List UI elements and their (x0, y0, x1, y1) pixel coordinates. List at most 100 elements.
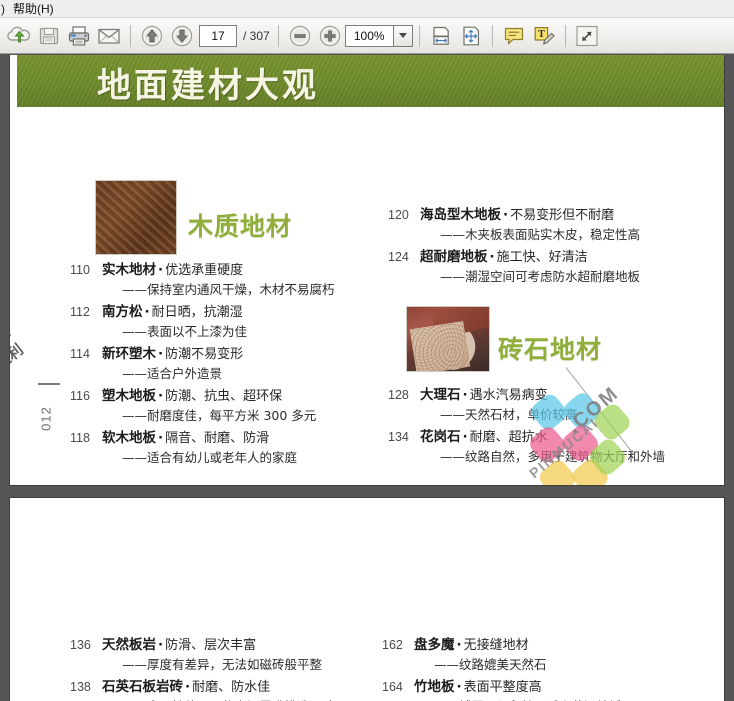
entry-subtitle: 表面平整度高 (463, 680, 542, 695)
document-viewer[interactable]: 地面建材大观 012 木质地材 砖石地材 110 实木地材 · 优选承重硬度 —… (0, 55, 734, 701)
toc-entry: 114 新环塑木 · 防潮不易变形 ——适合户外造景 (70, 342, 370, 382)
entry-page-number: 162 (382, 638, 403, 652)
entry-title: 超耐磨地板 (420, 249, 488, 265)
toolbar-separator-4 (491, 24, 493, 47)
entry-dot: · (158, 637, 164, 653)
entry-description: ——保持室内通风干燥，木材不易腐朽 (122, 282, 335, 297)
page-number-input[interactable]: 17 (199, 24, 237, 47)
entry-dot: · (462, 387, 468, 403)
entry-subtitle: 无接缝地材 (463, 638, 529, 653)
previous-page-icon[interactable] (137, 21, 167, 51)
email-icon[interactable] (94, 21, 124, 51)
folio-rule (38, 383, 60, 385)
entry-dot: · (503, 207, 509, 223)
fit-width-icon[interactable] (426, 21, 456, 51)
zoom-dropdown-button[interactable] (392, 24, 413, 47)
watermark-line-2: 网购返利 (10, 340, 27, 392)
print-icon[interactable] (64, 21, 94, 51)
entry-description: ——木夹板表面贴实木皮，稳定性高 (440, 227, 641, 242)
entry-title: 天然板岩 (102, 637, 156, 653)
entry-title: 花岗石 (420, 429, 461, 445)
entry-description: ——潮湿空间可考虑防水超耐磨地板 (440, 269, 641, 284)
entry-title: 南方松 (102, 304, 143, 320)
toc-column-wood-left: 110 实木地材 · 优选承重硬度 ——保持室内通风干燥，木材不易腐朽 112 南方… (70, 258, 370, 468)
section-heading-stone: 砖石地材 (498, 335, 603, 364)
menu-bar: ) 帮助(H) (0, 0, 734, 18)
document-page-2: 136 天然板岩 · 防滑、层次丰富 ——厚度有差异，无法如磁砖般平整 138 石英… (10, 498, 724, 701)
entry-description: ——厚度有差异，无法如磁砖般平整 (122, 657, 323, 672)
document-page-1: 地面建材大观 012 木质地材 砖石地材 110 实木地材 · 优选承重硬度 —… (10, 55, 724, 485)
toc-entry: 120 海岛型木地板 · 不易变形但不耐磨 ——木夹板表面贴实木皮，稳定性高 (388, 203, 693, 243)
entry-page-number: 112 (70, 305, 90, 319)
entry-description: ——适合户外造景 (122, 366, 223, 381)
entry-subtitle: 防滑、层次丰富 (165, 638, 257, 653)
zoom-out-icon[interactable] (285, 21, 315, 51)
toc-entry: 124 超耐磨地板 · 施工快、好清洁 ——潮湿空间可考虑防水超耐磨地板 (388, 245, 693, 285)
entry-subtitle: 耐磨、防水佳 (192, 680, 271, 695)
banner-title: 地面建材大观 (97, 66, 319, 106)
entry-subtitle: 隔音、耐磨、防滑 (165, 431, 270, 446)
entry-title: 实木地材 (102, 262, 156, 278)
toc-entry: 118 软木地板 · 隔音、耐磨、防滑 ——适合有幼儿或老年人的家庭 (70, 426, 370, 466)
comment-icon[interactable] (499, 21, 529, 51)
entry-page-number: 124 (388, 250, 409, 264)
entry-page-number: 114 (70, 347, 90, 361)
entry-title: 大理石 (420, 387, 461, 403)
text-markup-icon[interactable]: T (529, 21, 559, 51)
fit-page-icon[interactable] (456, 21, 486, 51)
entry-subtitle: 耐日晒，抗潮湿 (151, 305, 243, 320)
entry-dot: · (462, 429, 468, 445)
toc-entry: 134 花岗石 · 耐磨、超抗水 ——纹路自然，多用于建筑物大厅和外墙 (388, 425, 708, 465)
section-banner: 地面建材大观 (17, 55, 724, 107)
entry-subtitle: 优选承重硬度 (165, 263, 244, 278)
entry-description: ——适合有幼儿或老年人的家庭 (122, 450, 298, 465)
toc-entry: 112 南方松 · 耐日晒，抗潮湿 ——表面以不上漆为佳 (70, 300, 370, 340)
entry-dot: · (456, 637, 462, 653)
fullscreen-icon[interactable] (572, 21, 602, 51)
entry-subtitle: 不易变形但不耐磨 (510, 208, 615, 223)
entry-title: 新环塑木 (102, 346, 156, 362)
entry-page-number: 120 (388, 208, 409, 222)
zoom-level-input[interactable]: 100% (344, 24, 393, 47)
toc-column-right-page2: 162 盘多魔 · 无接缝地材 ——纹路媲美天然石 164 竹地板 · 表面平整度高 (382, 633, 692, 701)
entry-dot: · (158, 430, 164, 446)
entry-subtitle: 耐磨、超抗水 (469, 430, 548, 445)
toc-column-stone: 128 大理石 · 遇水汽易病变 ——天然石材，单价较高 134 花岗石 · 耐磨、超抗… (388, 383, 708, 467)
watermark-text: 免费资源 网购返利 (10, 323, 28, 393)
toolbar-separator-2 (277, 24, 279, 47)
toc-entry: 164 竹地板·表面平整度高 ——铺置无须留缝，减少藏污纳垢 (382, 675, 692, 701)
entry-title: 石英石板岩砖 (102, 679, 183, 695)
toc-entry: 116 塑木地板 · 防潮、抗虫、超环保 ——耐磨度佳，每平方米 300 多元 (70, 384, 370, 424)
entry-dot: · (158, 388, 164, 404)
entry-page-number: 118 (70, 431, 90, 445)
entry-dot: · (158, 346, 164, 362)
entry-title: 盘多魔 (414, 637, 455, 653)
entry-subtitle: 防潮不易变形 (165, 347, 244, 362)
folio-number: 012 (38, 406, 54, 431)
toc-column-wood-right: 120 海岛型木地板 · 不易变形但不耐磨 ——木夹板表面贴实木皮，稳定性高 124… (388, 203, 693, 287)
entry-title: 软木地板 (102, 430, 156, 446)
entry-description: ——实用性佳，可依空间需求挑选尺寸 (122, 696, 380, 701)
entry-dot: · (144, 304, 150, 320)
stone-tile-shape (409, 321, 471, 371)
entry-dot: · (158, 262, 164, 278)
pdf-reader-window: ) 帮助(H) 17 / 307 100% T 地面建材大观 012 木质地材 … (0, 0, 734, 701)
menu-item-help[interactable]: 帮助(H) (5, 0, 62, 17)
upload-icon[interactable] (4, 21, 34, 51)
toc-entry: 128 大理石 · 遇水汽易病变 ——天然石材，单价较高 (388, 383, 708, 423)
chevron-down-icon (398, 33, 407, 38)
entry-dot: · (489, 249, 495, 265)
wood-texture-image (95, 180, 177, 255)
toc-entry: 162 盘多魔 · 无接缝地材 ——纹路媲美天然石 (382, 633, 692, 673)
entry-title: 塑木地板 (102, 388, 156, 404)
zoom-in-icon[interactable] (315, 21, 345, 51)
entry-page-number: 164 (382, 680, 403, 694)
toc-entry: 136 天然板岩 · 防滑、层次丰富 ——厚度有差异，无法如磁砖般平整 (70, 633, 380, 673)
stone-tile-image (406, 306, 490, 372)
entry-title: 海岛型木地板 (420, 207, 501, 223)
next-page-icon[interactable] (167, 21, 197, 51)
entry-description: ——表面以不上漆为佳 (122, 324, 248, 339)
toc-column-left-page2: 136 天然板岩 · 防滑、层次丰富 ——厚度有差异，无法如磁砖般平整 138 石英… (70, 633, 380, 701)
save-icon[interactable] (34, 21, 64, 51)
toolbar-separator-1 (130, 24, 131, 47)
